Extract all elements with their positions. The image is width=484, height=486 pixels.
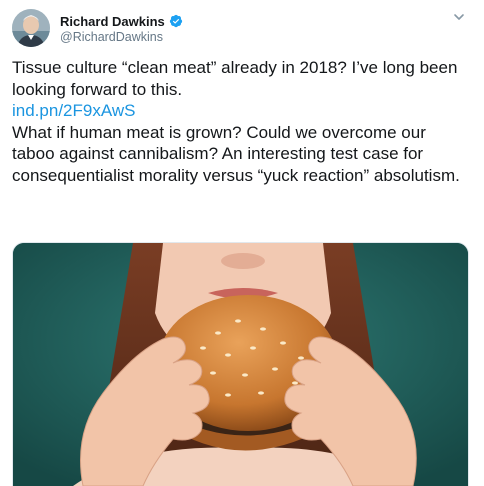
burger-photo-illustration: [13, 243, 468, 486]
tweet-link[interactable]: ind.pn/2F9xAwS: [12, 100, 135, 122]
author-name-row[interactable]: Richard Dawkins: [60, 12, 183, 30]
chevron-down-icon[interactable]: [452, 10, 466, 24]
media-photo[interactable]: [12, 242, 469, 486]
author-handle[interactable]: @RichardDawkins: [60, 30, 163, 44]
tweet-paragraph-1: Tissue culture “clean meat” already in 2…: [12, 58, 458, 99]
tweet-card: Richard Dawkins @RichardDawkins Tissue c…: [0, 0, 484, 486]
tweet-paragraph-2: What if human meat is grown? Could we ov…: [12, 122, 460, 185]
verified-badge-icon: [169, 14, 183, 28]
tweet-text: Tissue culture “clean meat” already in 2…: [12, 57, 470, 186]
avatar[interactable]: [12, 9, 50, 47]
display-name[interactable]: Richard Dawkins: [60, 14, 165, 29]
